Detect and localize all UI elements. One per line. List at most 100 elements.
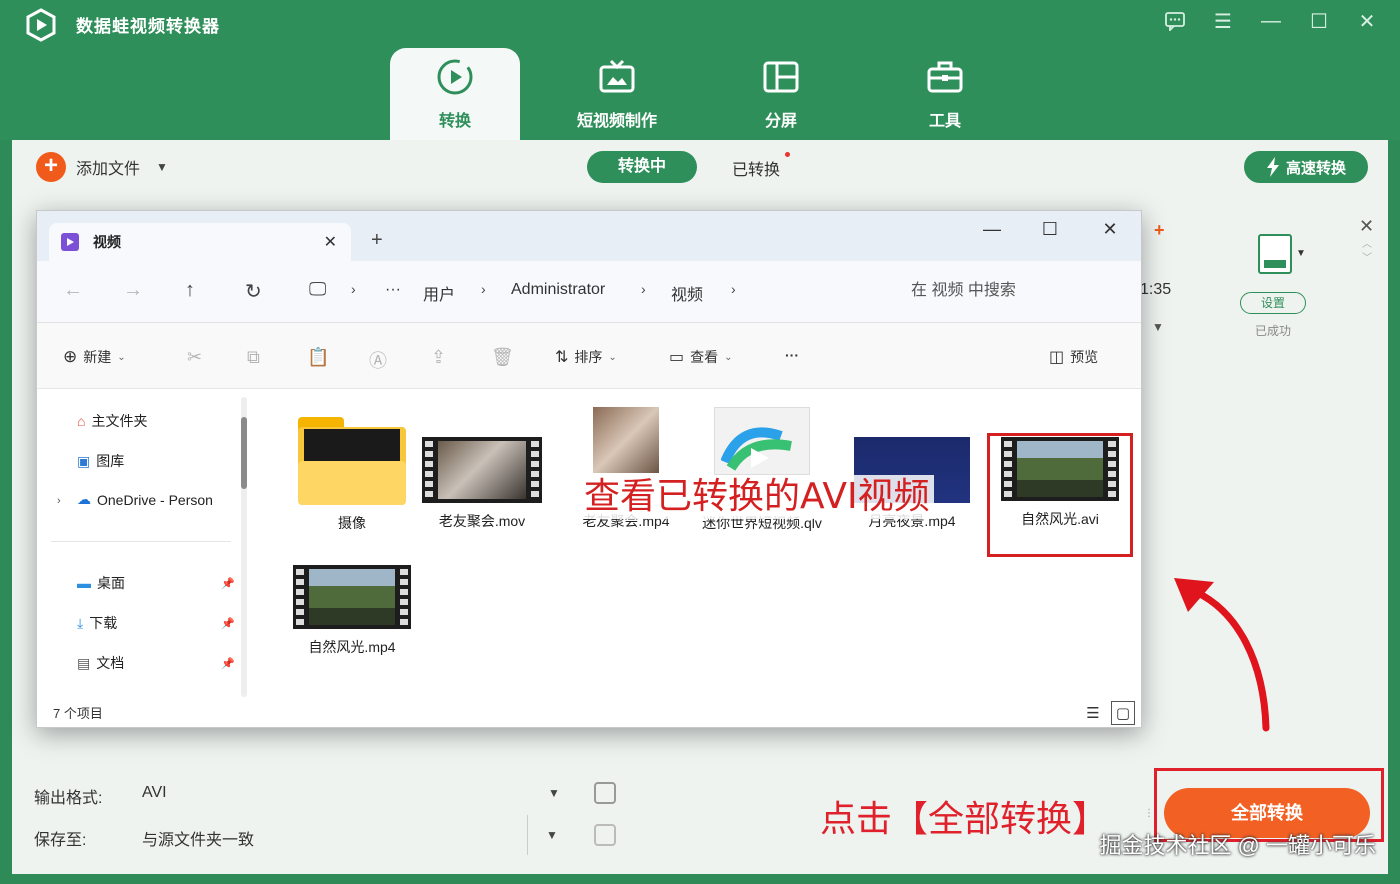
toolbox-icon bbox=[927, 61, 963, 93]
download-icon: ⤓ bbox=[77, 614, 84, 631]
save-to-select[interactable]: 与源文件夹一致 bbox=[142, 826, 254, 850]
delete-icon[interactable]: 🗑 bbox=[491, 347, 514, 368]
close-tab-icon[interactable]: ✕ bbox=[324, 232, 337, 252]
breadcrumb-administrator[interactable]: Administrator bbox=[511, 281, 605, 299]
pin-icon[interactable]: 📌 bbox=[221, 577, 235, 590]
expand-icon[interactable]: › bbox=[57, 495, 61, 507]
explorer-tab[interactable]: 视频 ✕ bbox=[49, 223, 351, 261]
chevron-right-icon[interactable]: › bbox=[351, 281, 356, 297]
explorer-search-input[interactable]: 在 视频 中搜索 bbox=[891, 273, 1131, 309]
window-controls: ☰ — ☐ ✕ bbox=[1162, 8, 1380, 34]
folder-icon[interactable] bbox=[594, 824, 616, 846]
chevron-down-icon[interactable]: ▼ bbox=[548, 786, 560, 800]
sidebar-item-label: 下载 bbox=[89, 615, 118, 631]
view-button[interactable]: ▭ 查看 ⌄ bbox=[669, 347, 733, 367]
share-icon[interactable]: ⇪ bbox=[431, 347, 446, 368]
more-options-button[interactable]: ··· bbox=[785, 347, 799, 363]
refresh-icon[interactable]: ↻ bbox=[245, 279, 262, 304]
details-view-icon[interactable]: ☰ bbox=[1081, 701, 1105, 725]
new-button[interactable]: ⊕ 新建 ⌄ bbox=[63, 347, 126, 367]
cut-icon[interactable]: ✂ bbox=[187, 347, 202, 368]
paste-icon[interactable]: 📋 bbox=[307, 347, 329, 368]
remove-task-icon[interactable]: ✕ bbox=[1359, 216, 1374, 237]
feedback-icon[interactable] bbox=[1162, 8, 1188, 34]
chevron-down-icon[interactable]: ▼ bbox=[546, 828, 558, 842]
edit-icon[interactable]: + bbox=[1154, 220, 1165, 241]
chevron-down-icon[interactable]: ▼ bbox=[1296, 248, 1306, 259]
lightning-icon bbox=[1266, 157, 1279, 177]
video-folder-icon bbox=[61, 233, 79, 251]
preview-label: 预览 bbox=[1070, 349, 1099, 365]
chevron-right-icon[interactable]: › bbox=[481, 281, 486, 297]
chevron-down-icon[interactable]: ▼ bbox=[156, 160, 168, 174]
thumbnail-view-icon[interactable]: ▢ bbox=[1111, 701, 1135, 725]
tab-short-video[interactable]: 短视频制作 bbox=[552, 48, 682, 140]
pin-icon[interactable]: 📌 bbox=[221, 617, 235, 630]
file-item-folder[interactable]: 摄像 bbox=[287, 417, 417, 533]
format-settings-icon[interactable] bbox=[594, 782, 616, 804]
menu-icon[interactable]: ☰ bbox=[1210, 8, 1236, 34]
up-icon[interactable]: ↑ bbox=[185, 279, 195, 302]
maximize-icon[interactable]: ☐ bbox=[1306, 8, 1332, 34]
file-item-video[interactable]: 老友聚会.mov bbox=[417, 417, 547, 531]
pin-icon[interactable]: 📌 bbox=[221, 657, 235, 670]
tab-converting[interactable]: 转换中 bbox=[587, 151, 697, 183]
divider bbox=[527, 815, 528, 855]
fast-convert-button[interactable]: 高速转换 bbox=[1244, 151, 1368, 183]
sort-icon: ⇅ bbox=[555, 349, 569, 366]
breadcrumb-videos[interactable]: 视频 bbox=[671, 281, 703, 305]
computer-icon[interactable]: 🖵 bbox=[309, 279, 326, 300]
tab-convert[interactable]: 转换 bbox=[390, 48, 520, 140]
tab-short-video-label: 短视频制作 bbox=[576, 113, 657, 130]
sidebar-scrollbar[interactable] bbox=[241, 397, 247, 697]
sidebar-item-gallery[interactable]: ▣ 图库 bbox=[77, 451, 235, 471]
tab-tools[interactable]: 工具 bbox=[880, 48, 1010, 140]
maximize-icon[interactable]: ☐ bbox=[1035, 219, 1065, 240]
explorer-command-bar: ⊕ 新建 ⌄ ✂ ⧉ 📋 Ⓐ ⇪ 🗑 ⇅ 排序 ⌄ ▭ 查看 ⌄ ··· ◫ 预… bbox=[37, 323, 1141, 389]
sort-button[interactable]: ⇅ 排序 ⌄ bbox=[555, 347, 617, 367]
breadcrumb-more[interactable]: ··· bbox=[385, 281, 401, 299]
new-tab-icon[interactable]: + bbox=[371, 229, 383, 252]
reorder-icon[interactable]: ︿ ﹀ bbox=[1362, 238, 1372, 266]
chevron-down-icon[interactable]: ▼ bbox=[1152, 320, 1164, 334]
chevron-right-icon[interactable]: › bbox=[641, 281, 646, 297]
plus-icon: + bbox=[36, 152, 66, 182]
sidebar-item-onedrive[interactable]: ☁ OneDrive - Person bbox=[77, 491, 235, 508]
close-icon[interactable]: ✕ bbox=[1354, 8, 1380, 34]
sidebar-item-downloads[interactable]: ⤓ 下载 📌 bbox=[77, 613, 235, 633]
output-format-icon[interactable] bbox=[1258, 234, 1292, 274]
sidebar-item-home[interactable]: ⌂ 主文件夹 bbox=[77, 411, 235, 431]
app-file-icon bbox=[714, 407, 810, 475]
tab-split-screen[interactable]: 分屏 bbox=[716, 48, 846, 140]
folder-icon bbox=[298, 417, 406, 505]
copy-icon[interactable]: ⧉ bbox=[247, 347, 260, 368]
forward-icon[interactable]: → bbox=[123, 279, 143, 302]
tab-converted[interactable]: 已转换 bbox=[732, 152, 791, 180]
tab-converted-label: 已转换 bbox=[732, 162, 781, 179]
file-item-video[interactable]: 自然风光.mp4 bbox=[287, 545, 417, 657]
tab-tools-label: 工具 bbox=[928, 113, 961, 130]
preview-button[interactable]: ◫ 预览 bbox=[1049, 347, 1098, 367]
chevron-right-icon[interactable]: › bbox=[731, 281, 736, 297]
sidebar-item-desktop[interactable]: ▬ 桌面 📌 bbox=[77, 573, 235, 593]
file-item-video-highlighted[interactable]: 自然风光.avi bbox=[995, 417, 1125, 529]
explorer-sidebar: ⌂ 主文件夹 ▣ 图库 › ☁ OneDrive - Person ▬ 桌面 📌… bbox=[37, 389, 247, 701]
rename-icon[interactable]: Ⓐ bbox=[369, 347, 387, 373]
back-icon[interactable]: ← bbox=[63, 279, 83, 302]
file-name: 自然风光.avi bbox=[1021, 511, 1099, 527]
scrollbar-thumb[interactable] bbox=[241, 417, 247, 489]
close-icon[interactable]: ✕ bbox=[1095, 219, 1125, 240]
output-format-select[interactable]: AVI bbox=[142, 784, 167, 802]
minimize-icon[interactable]: — bbox=[1258, 8, 1284, 34]
divider bbox=[51, 541, 231, 542]
sidebar-item-documents[interactable]: ▤ 文档 📌 bbox=[77, 653, 235, 673]
add-file-button[interactable]: + 添加文件 ▼ bbox=[36, 152, 168, 182]
breadcrumb-users[interactable]: 用户 bbox=[423, 281, 455, 305]
chevron-down-icon: ⌄ bbox=[117, 351, 126, 363]
save-to-label: 保存至: bbox=[34, 832, 87, 849]
settings-button[interactable]: 设置 bbox=[1240, 292, 1306, 314]
home-icon: ⌂ bbox=[77, 413, 86, 429]
minimize-icon[interactable]: — bbox=[977, 219, 1007, 240]
file-explorer-window: 视频 ✕ + — ☐ ✕ ← → ↑ ↻ 🖵 › ··· 用户 › Admini… bbox=[36, 210, 1142, 728]
add-file-label: 添加文件 bbox=[76, 161, 141, 178]
